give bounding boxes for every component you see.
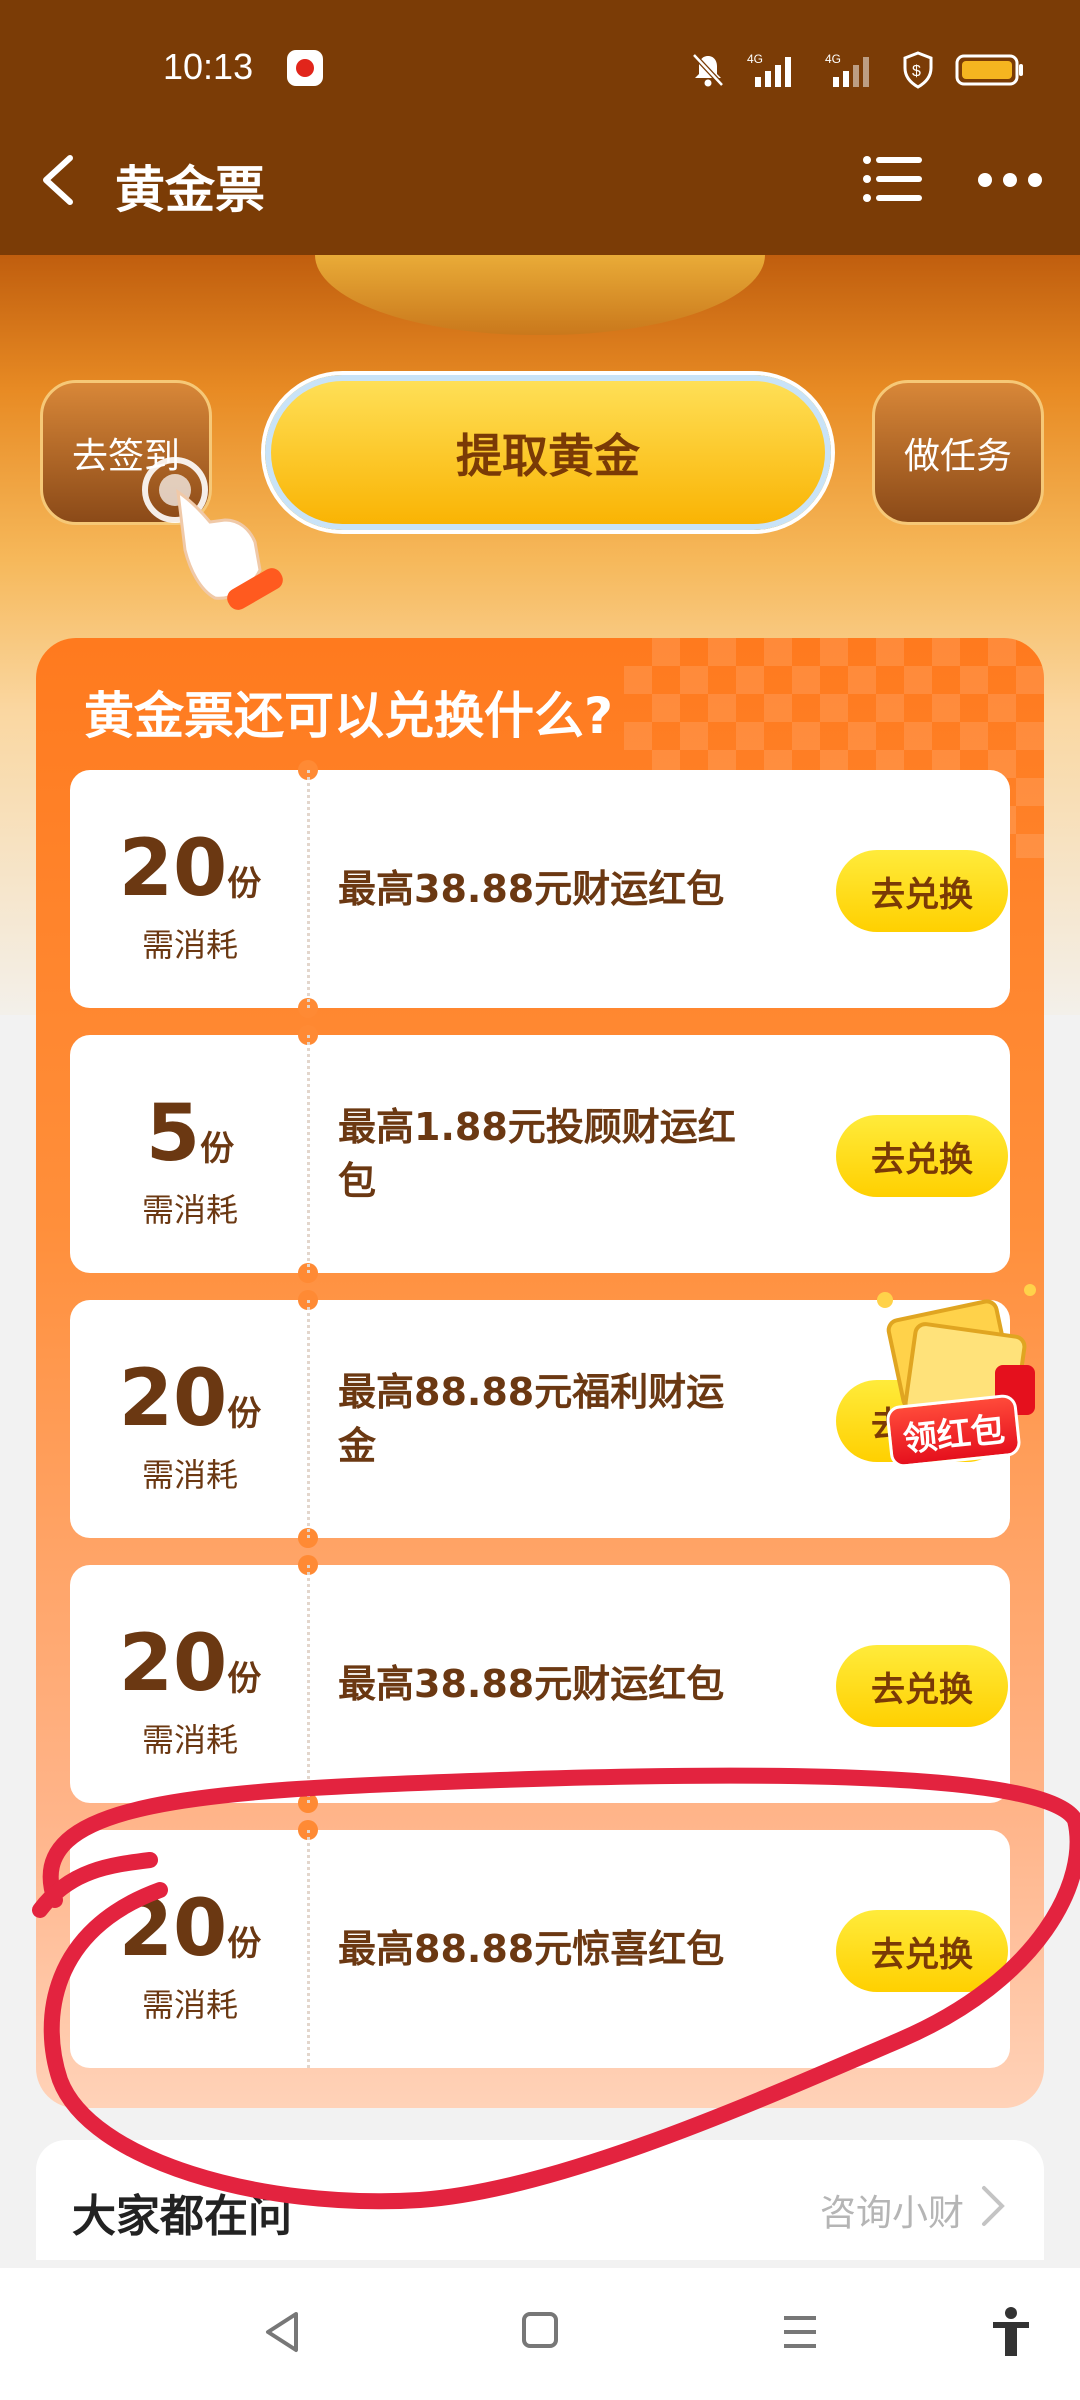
cost-quantity: 20份 xyxy=(118,1884,262,1974)
reward-title: 最高88.88元惊喜红包 xyxy=(338,1927,725,1971)
top-bar: 10:13 4G 4G $ 黄金票 xyxy=(0,0,1080,255)
extract-gold-button[interactable]: 提取黄金 xyxy=(265,375,831,530)
status-bar: 10:13 4G 4G $ xyxy=(0,0,1080,140)
accessibility-icon[interactable] xyxy=(990,2306,1032,2358)
mute-bell-icon xyxy=(692,53,724,87)
system-nav-bar xyxy=(0,2268,1080,2400)
page-title: 黄金票 xyxy=(115,161,265,219)
app-notification-icon xyxy=(287,50,323,86)
network-label-2: 4G xyxy=(825,52,841,66)
nav-home-icon[interactable] xyxy=(520,2310,560,2350)
cost-label: 需消耗 xyxy=(141,1191,238,1229)
network-label-1: 4G xyxy=(747,52,763,66)
exchange-card: 20份 需消耗 最高88.88元惊喜红包 去兑换 xyxy=(70,1820,1010,2068)
cost-label: 需消耗 xyxy=(141,1721,238,1759)
more-options-icon[interactable] xyxy=(975,168,1045,192)
signal-4g-icon: 4G xyxy=(747,52,791,87)
status-time: 10:13 xyxy=(163,46,254,87)
faq-section: 大家都在问 咨询小财 xyxy=(36,2140,1044,2260)
consult-link[interactable]: 咨询小财 xyxy=(820,2184,964,2236)
reward-title: 最高1.88元投顾财运红包 xyxy=(338,1105,736,1203)
reward-title: 最高88.88元福利财运金 xyxy=(338,1370,725,1468)
back-arrow-icon[interactable] xyxy=(34,140,84,220)
do-task-button[interactable]: 做任务 xyxy=(872,380,1044,525)
title-bar: 黄金票 xyxy=(0,140,1080,255)
status-icons: 4G 4G $ xyxy=(691,50,1025,90)
reward-title: 最高38.88元财运红包 xyxy=(338,1662,725,1706)
svg-text:$: $ xyxy=(912,63,921,80)
cost-label: 需消耗 xyxy=(141,1986,238,2024)
exchange-button[interactable]: 去兑换 xyxy=(836,1910,1008,1992)
exchange-button[interactable]: 去兑换 xyxy=(836,1115,1008,1197)
cost-quantity: 20份 xyxy=(118,1619,262,1709)
signal-4g-icon-2: 4G xyxy=(825,52,869,87)
chevron-right-icon[interactable] xyxy=(978,2184,1008,2228)
reward-title: 最高38.88元财运红包 xyxy=(338,867,725,911)
exchange-button[interactable]: 去兑换 xyxy=(836,850,1008,932)
cost-label: 需消耗 xyxy=(141,926,238,964)
cost-quantity: 5份 xyxy=(145,1089,235,1179)
cost-label: 需消耗 xyxy=(141,1456,238,1494)
cost-quantity: 20份 xyxy=(118,824,262,914)
exchange-card: 5份 需消耗 最高1.88元投顾财运红包 去兑换 xyxy=(70,1025,1010,1283)
exchange-button[interactable]: 去兑换 xyxy=(836,1645,1008,1727)
cost-quantity: 20份 xyxy=(118,1354,262,1444)
shield-dollar-icon: $ xyxy=(903,51,933,89)
nav-back-icon[interactable] xyxy=(262,2310,302,2354)
exchange-card: 20份 需消耗 最高38.88元财运红包 去兑换 xyxy=(70,1555,1010,1813)
list-menu-icon[interactable] xyxy=(862,152,924,206)
exchange-card: 20份 需消耗 最高38.88元财运红包 去兑换 xyxy=(70,760,1010,1018)
exchange-panel-title: 黄金票还可以兑换什么? xyxy=(84,687,614,745)
gold-disc-decoration xyxy=(315,255,765,335)
nav-recents-icon[interactable] xyxy=(780,2312,820,2352)
battery-icon xyxy=(955,54,1023,86)
faq-title: 大家都在问 xyxy=(72,2191,292,2242)
pointing-hand-icon xyxy=(142,457,283,610)
